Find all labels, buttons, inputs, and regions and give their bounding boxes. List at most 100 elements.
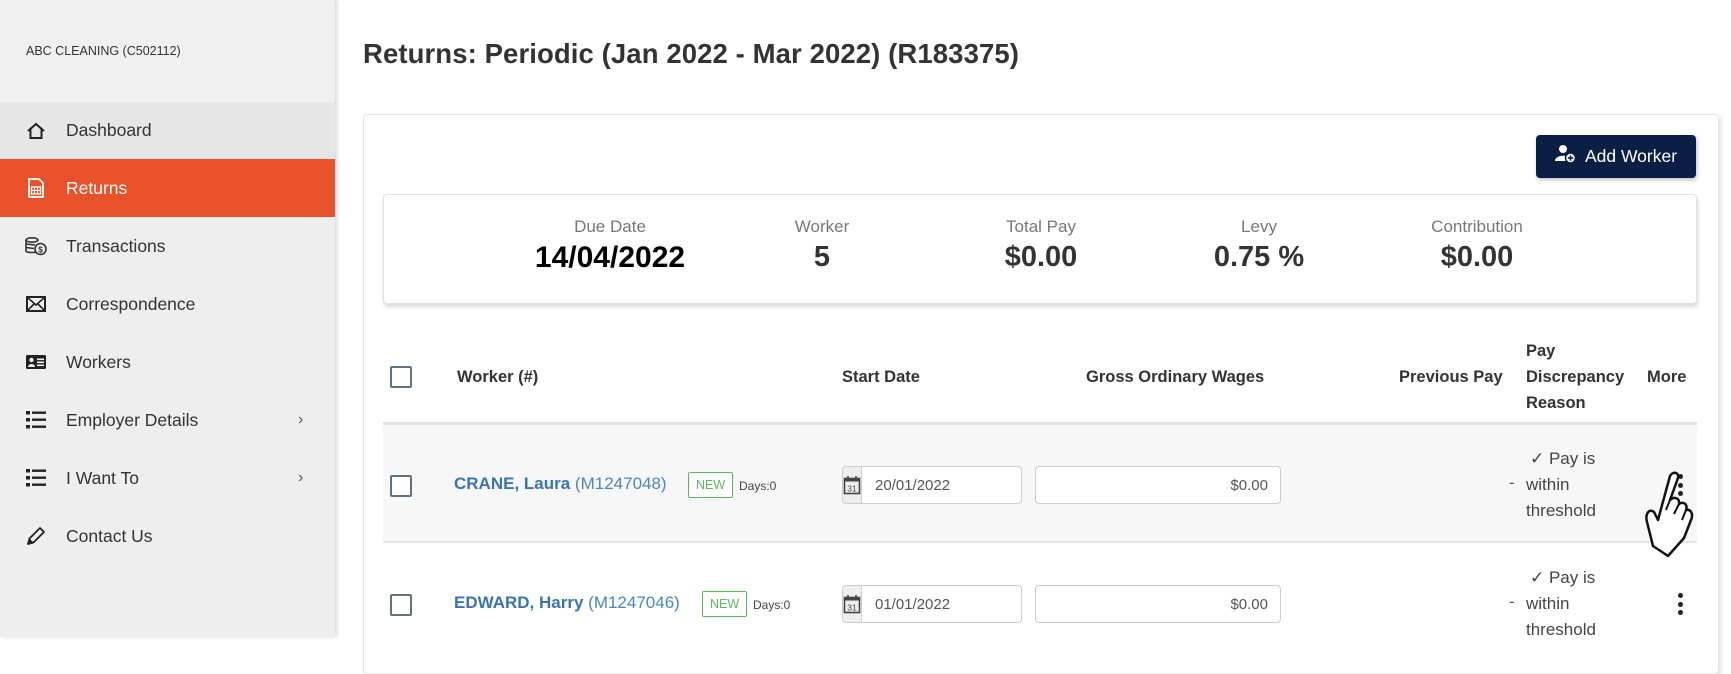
add-worker-button[interactable]: Add Worker (1536, 135, 1696, 178)
levy-label: Levy (1241, 217, 1277, 236)
svg-text:$: $ (38, 244, 43, 254)
sidebar-item-label: Transactions (66, 235, 166, 256)
reason-line: threshold (1526, 501, 1596, 520)
column-header-worker[interactable]: Worker (#) (457, 364, 538, 390)
worker-id: (M1247046) (588, 593, 680, 612)
kebab-dot (1677, 593, 1683, 598)
svg-text:31: 31 (847, 602, 857, 612)
company-name: ABC CLEANING (C502112) (26, 44, 181, 58)
sidebar-nav: Dashboard Returns $ Transactions Corresp… (0, 102, 335, 565)
calendar-icon: 31 (843, 595, 861, 614)
reason-line: within (1526, 475, 1570, 494)
start-date-input[interactable] (862, 467, 1021, 503)
sidebar-item-label: Correspondence (66, 293, 196, 314)
envelope-icon (25, 293, 47, 315)
sidebar-item-label: Contact Us (66, 525, 153, 546)
header-line: Pay (1526, 342, 1556, 360)
more-options-button[interactable] (1675, 474, 1685, 496)
pencil-icon (25, 525, 47, 547)
page-title: Returns: Periodic (Jan 2022 - Mar 2022) … (363, 38, 1020, 69)
contribution-label: Contribution (1431, 217, 1523, 236)
sidebar-item-returns[interactable]: Returns (0, 159, 335, 217)
kebab-dot (1677, 491, 1683, 496)
reason-line: ✓ Pay is (1530, 568, 1596, 587)
total-pay-label: Total Pay (1006, 217, 1076, 236)
gross-wages-input[interactable] (1035, 585, 1281, 623)
summary-contribution: Contribution $0.00 (1431, 217, 1523, 274)
worker-link[interactable]: CRANE, Laura (M1247048) (454, 474, 667, 494)
id-card-icon (25, 351, 47, 373)
calendar-icon: 31 (843, 476, 861, 495)
sidebar-item-label: Dashboard (66, 120, 152, 140)
column-header-pay-discrepancy-reason[interactable]: Pay Discrepancy Reason (1526, 338, 1624, 416)
sidebar-item-transactions[interactable]: $ Transactions (0, 217, 335, 275)
kebab-dot (1677, 482, 1683, 488)
previous-pay-value: - (1509, 474, 1515, 492)
column-header-start-date[interactable]: Start Date (842, 364, 920, 390)
calendar-button[interactable]: 31 (843, 467, 862, 503)
header-line: Discrepancy (1526, 368, 1625, 386)
worker-count-value: 5 (813, 241, 831, 273)
days-count: Days:0 (753, 598, 791, 612)
previous-pay-value: - (1509, 593, 1515, 611)
due-date-label: Due Date (574, 217, 646, 236)
worker-link[interactable]: EDWARD, Harry (M1247046) (454, 593, 680, 613)
reason-line: within (1526, 594, 1570, 613)
spreadsheet-file-icon (25, 177, 47, 199)
row-checkbox[interactable] (390, 475, 412, 497)
list-icon (25, 467, 47, 489)
more-options-button[interactable] (1675, 593, 1685, 615)
summary-due-date: Due Date 14/04/2022 (535, 217, 685, 275)
new-badge: NEW (702, 591, 748, 617)
row-divider (383, 541, 1697, 543)
coins-dollar-icon: $ (25, 235, 47, 257)
company-header: ABC CLEANING (C502112) (0, 0, 335, 102)
sidebar-item-label: Returns (66, 177, 128, 198)
summary-levy: Levy 0.75 % (1214, 217, 1304, 274)
svg-text:31: 31 (847, 483, 857, 493)
chevron-right-icon: › (298, 411, 304, 428)
summary-worker: Worker 5 (795, 217, 849, 274)
worker-label: Worker (794, 217, 850, 236)
worker-name: CRANE, Laura (454, 474, 571, 493)
column-header-more: More (1647, 368, 1687, 386)
return-summary: Due Date 14/04/2022 Worker 5 Total Pay $… (383, 194, 1697, 304)
gross-wages-input[interactable] (1035, 466, 1281, 504)
header-line: Reason (1526, 394, 1586, 412)
add-worker-label: Add Worker (1584, 146, 1678, 166)
kebab-dot (1677, 474, 1683, 479)
sidebar-item-workers[interactable]: Workers (0, 333, 335, 391)
chevron-right-icon: › (298, 469, 304, 486)
select-all-checkbox[interactable] (390, 366, 412, 388)
home-icon (25, 120, 47, 142)
reason-line: ✓ Pay is (1530, 449, 1596, 468)
worker-id: (M1247048) (574, 474, 667, 493)
sidebar-item-dashboard[interactable]: Dashboard (0, 102, 335, 159)
new-badge: NEW (688, 472, 734, 498)
start-date-input[interactable] (862, 586, 1021, 622)
column-header-previous-pay[interactable]: Previous Pay (1399, 364, 1503, 390)
kebab-dot (1677, 601, 1683, 607)
sidebar-item-label: Workers (66, 351, 131, 372)
sidebar-item-label: Employer Details (66, 409, 199, 430)
pay-discrepancy-reason: ✓ Pay is within threshold (1526, 565, 1596, 643)
summary-total-pay: Total Pay $0.00 (1005, 217, 1078, 274)
column-header-gross-wages[interactable]: Gross Ordinary Wages (1086, 364, 1264, 390)
sidebar: ABC CLEANING (C502112) Dashboard Returns… (0, 0, 335, 637)
worker-name: EDWARD, Harry (454, 593, 584, 612)
days-count: Days:0 (739, 479, 777, 493)
total-pay-value: $0.00 (1004, 241, 1078, 273)
sidebar-item-contact-us[interactable]: Contact Us (0, 507, 335, 565)
start-date-picker[interactable]: 31 (842, 585, 1022, 623)
contribution-value: $0.00 (1440, 241, 1514, 273)
levy-value: 0.75 % (1213, 241, 1305, 273)
add-user-icon (1554, 144, 1577, 169)
sidebar-item-correspondence[interactable]: Correspondence (0, 275, 335, 333)
sidebar-item-employer-details[interactable]: Employer Details › (0, 391, 335, 449)
start-date-picker[interactable]: 31 (842, 466, 1022, 504)
sidebar-item-i-want-to[interactable]: I Want To › (0, 449, 335, 507)
list-icon (25, 409, 47, 431)
sidebar-item-label: I Want To (66, 467, 139, 488)
row-checkbox[interactable] (390, 594, 412, 616)
calendar-button[interactable]: 31 (843, 586, 862, 622)
